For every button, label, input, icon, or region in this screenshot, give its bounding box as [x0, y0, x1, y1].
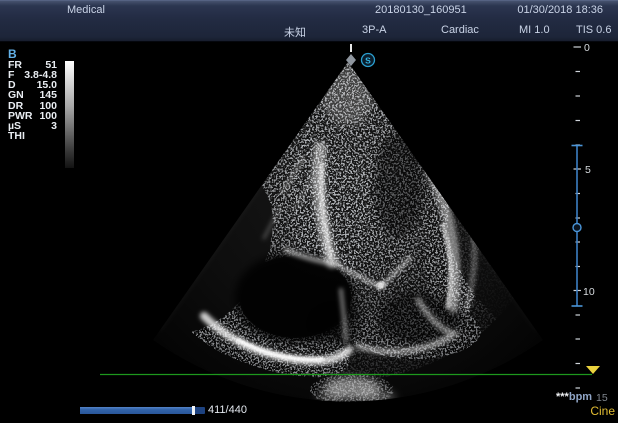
- datetime-label: 01/30/2018 18:36: [517, 4, 603, 16]
- brand-label: Medical: [67, 4, 105, 16]
- study-id-label: 20180130_160951: [375, 4, 467, 16]
- ultrasound-screen: Medical 20180130_160951 01/30/2018 18:36…: [0, 0, 618, 423]
- svg-text:S: S: [365, 56, 371, 66]
- ecg-sweep-cursor: [586, 366, 600, 374]
- patient-name-label: 未知: [284, 24, 306, 40]
- heart-rate-label: ***bpm: [556, 391, 592, 403]
- cine-progress-bar[interactable]: [80, 407, 205, 414]
- exam-info-bar: 未知 3P-A Cardiac MI 1.0 TIS 0.6: [0, 20, 618, 42]
- depth-ruler-labels: 0 5 10: [583, 42, 595, 298]
- frame-counter: 411/440: [208, 404, 247, 416]
- orientation-marker: S: [362, 54, 375, 67]
- cine-progress-thumb[interactable]: [192, 406, 195, 415]
- depth-label-5: 5: [585, 164, 591, 176]
- tis-label: TIS 0.6: [576, 24, 611, 36]
- cine-mode-label: Cine: [590, 404, 615, 418]
- echo-sector: [95, 42, 565, 417]
- mi-label: MI 1.0: [519, 24, 550, 36]
- cine-progress-fill: [80, 407, 193, 414]
- depth-label-0: 0: [584, 42, 590, 54]
- preset-label: Cardiac: [441, 24, 479, 36]
- focus-marker-icon: [573, 224, 581, 232]
- echo-image: S 0 5 10: [0, 0, 618, 423]
- apex-marker: [346, 44, 356, 66]
- param-row-thi: THI: [8, 131, 57, 141]
- grayscale-bar: [65, 61, 74, 168]
- imaging-parameters: FR51 F3.8-4.8 D15.0 GN145 DR100 PWR100 µ…: [8, 60, 57, 141]
- title-bar: Medical 20180130_160951 01/30/2018 18:36: [0, 0, 618, 20]
- depth-label-15: 15: [596, 392, 608, 404]
- probe-label: 3P-A: [362, 24, 386, 36]
- depth-label-10: 10: [583, 286, 595, 298]
